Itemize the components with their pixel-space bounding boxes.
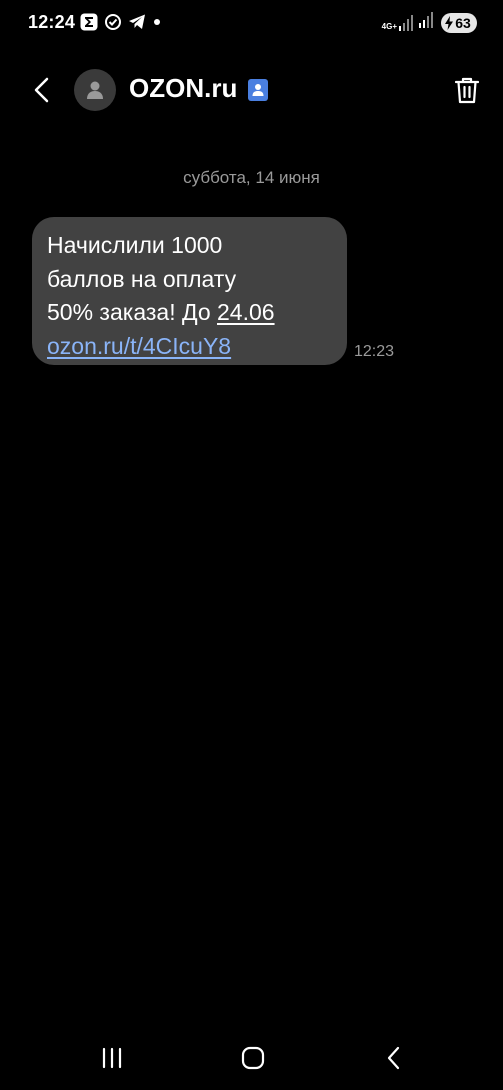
person-icon bbox=[87, 81, 103, 99]
date-link[interactable]: 24.06 bbox=[217, 299, 275, 325]
message-line-text: 50% заказа! До bbox=[47, 299, 217, 325]
signal-icon: 4G+ bbox=[381, 14, 413, 31]
date-separator: суббота, 14 июня bbox=[183, 168, 320, 187]
telegram-icon bbox=[128, 13, 146, 36]
verified-contact-icon bbox=[248, 79, 268, 106]
nav-back-button[interactable] bbox=[374, 1040, 414, 1076]
message-line: баллов на оплату bbox=[47, 265, 237, 292]
back-arrow-icon bbox=[34, 77, 49, 103]
home-icon bbox=[241, 1046, 265, 1070]
message-text: Начислили 1000 баллов на оплату 50% зака… bbox=[47, 229, 333, 363]
message-line: Начислили 1000 bbox=[47, 232, 223, 258]
network-type: 4G+ bbox=[381, 21, 397, 31]
navigation-bar bbox=[0, 1030, 503, 1086]
battery-icon: 63 bbox=[441, 12, 477, 33]
message-line: 50% заказа! До 24.06 bbox=[47, 296, 333, 330]
message-link[interactable]: ozon.ru/t/4CIcuY8 bbox=[47, 333, 231, 359]
check-circle-icon bbox=[104, 13, 122, 36]
recent-apps-icon bbox=[102, 1047, 122, 1069]
dot-icon bbox=[152, 13, 162, 36]
notification-icons bbox=[80, 13, 162, 36]
contact-name[interactable]: OZON.ru bbox=[129, 73, 237, 104]
battery-level: 63 bbox=[455, 14, 471, 31]
recent-apps-button[interactable] bbox=[92, 1040, 132, 1076]
delete-button[interactable] bbox=[449, 72, 485, 108]
sigma-icon bbox=[80, 13, 98, 36]
message-bubble[interactable]: Начислили 1000 баллов на оплату 50% зака… bbox=[32, 217, 347, 365]
trash-icon bbox=[455, 77, 479, 104]
status-time: 12:24 bbox=[28, 12, 76, 32]
wifi-signal-icon bbox=[419, 12, 435, 33]
back-icon bbox=[387, 1046, 400, 1070]
back-button[interactable] bbox=[24, 72, 60, 108]
conversation-header: OZON.ru bbox=[0, 60, 503, 120]
home-button[interactable] bbox=[233, 1040, 273, 1076]
message-line: ozon.ru/t/4CIcuY8 bbox=[47, 330, 333, 364]
avatar[interactable] bbox=[74, 69, 116, 111]
system-icons: 4G+ 63 bbox=[382, 12, 477, 33]
message-time: 12:23 bbox=[354, 343, 395, 360]
status-bar: 12:24 4G+ 63 bbox=[0, 0, 503, 46]
